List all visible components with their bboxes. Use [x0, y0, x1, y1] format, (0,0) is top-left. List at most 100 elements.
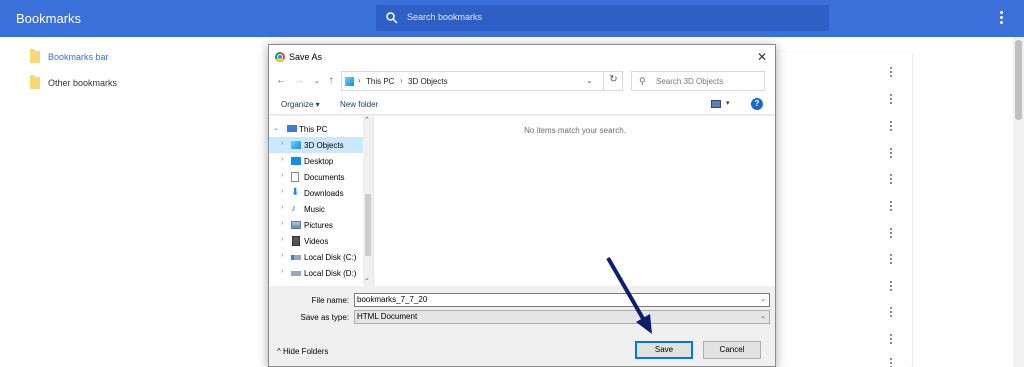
- refresh-icon[interactable]: ↻: [603, 71, 623, 91]
- row-more-icon[interactable]: [889, 254, 893, 264]
- chevron-right-icon[interactable]: ›: [281, 188, 283, 195]
- chevron-down-icon[interactable]: ⌄: [586, 76, 593, 85]
- folder-tree: ⌄ This PC › 3D Objects › Desktop › Docum…: [269, 116, 373, 286]
- tree-item-label: Desktop: [304, 157, 334, 166]
- chevron-down-icon[interactable]: ⌄: [273, 124, 279, 132]
- forward-arrow-icon[interactable]: →: [293, 75, 305, 86]
- chevron-right-icon[interactable]: ›: [281, 140, 283, 147]
- tree-item-label: Music: [304, 205, 325, 214]
- hide-folders-toggle[interactable]: ^ Hide Folders: [277, 347, 328, 356]
- address-bar[interactable]: › This PC › 3D Objects ⌄: [341, 71, 623, 91]
- tree-item-documents[interactable]: › Documents: [269, 169, 363, 185]
- back-arrow-icon[interactable]: ←: [275, 75, 287, 86]
- dialog-titlebar[interactable]: Save As ✕: [269, 45, 775, 69]
- tree-item-label: This PC: [299, 125, 328, 134]
- breadcrumb-3d-objects[interactable]: 3D Objects: [408, 77, 448, 86]
- file-name-value: bookmarks_7_7_20: [357, 295, 428, 304]
- tree-item-label: 3D Objects: [304, 141, 344, 150]
- chevron-right-icon[interactable]: ›: [281, 268, 283, 275]
- pc-icon: [287, 125, 297, 132]
- row-more-icon[interactable]: [889, 121, 893, 131]
- more-menu-icon[interactable]: [996, 11, 1006, 27]
- bookmarks-header: Bookmarks Search bookmarks: [0, 0, 1024, 37]
- new-folder-button[interactable]: New folder: [340, 100, 378, 109]
- tree-item-music[interactable]: › ♪ Music: [269, 201, 363, 217]
- chevron-right-icon[interactable]: ›: [281, 252, 283, 259]
- download-icon: ⬇: [291, 187, 300, 198]
- dialog-title: Save As: [289, 52, 323, 62]
- row-more-icon[interactable]: [889, 334, 893, 344]
- tree-item-label: Videos: [304, 237, 329, 246]
- sidebar-item-bookmarks-bar[interactable]: Bookmarks bar: [30, 49, 109, 65]
- tree-item-3d-objects[interactable]: › 3D Objects: [269, 137, 363, 153]
- view-options-icon[interactable]: [711, 100, 721, 108]
- disk-icon: [291, 255, 301, 260]
- search-icon: [386, 12, 398, 24]
- chevron-right-icon[interactable]: ›: [281, 236, 283, 243]
- tree-item-this-pc[interactable]: ⌄ This PC: [269, 121, 363, 137]
- navigation-bar: ← → ⌄ ↑ › This PC › 3D Objects ⌄ ↻ ⚲ Sea…: [269, 69, 775, 95]
- page-scrollbar-thumb[interactable]: [1015, 40, 1022, 120]
- file-list-pane[interactable]: No items match your search.: [373, 116, 775, 286]
- chevron-down-icon[interactable]: ⌄: [760, 294, 766, 306]
- command-bar: Organize ▾ New folder ▾ ?: [269, 95, 775, 115]
- chevron-down-icon[interactable]: ⌄: [760, 311, 766, 323]
- sidebar-item-other-bookmarks[interactable]: Other bookmarks: [30, 75, 117, 91]
- tree-item-videos[interactable]: › Videos: [269, 233, 363, 249]
- tree-scrollbar-thumb[interactable]: [365, 194, 371, 256]
- row-more-icon[interactable]: [889, 358, 893, 367]
- empty-message: No items match your search.: [524, 126, 626, 135]
- chevron-up-icon: ^: [277, 347, 281, 356]
- chevron-right-icon[interactable]: ›: [281, 204, 283, 211]
- chrome-icon: [275, 52, 285, 62]
- close-icon[interactable]: ✕: [753, 48, 771, 66]
- dialog-search-placeholder: Search 3D Objects: [656, 77, 724, 86]
- up-arrow-icon[interactable]: ↑: [325, 75, 337, 86]
- save-type-select[interactable]: HTML Document ⌄: [354, 310, 770, 324]
- save-as-dialog: Save As ✕ ← → ⌄ ↑ › This PC › 3D Objects…: [268, 44, 776, 367]
- dialog-search-input[interactable]: ⚲ Search 3D Objects: [631, 71, 765, 91]
- file-name-label: File name:: [311, 296, 349, 305]
- chevron-right-icon[interactable]: ›: [281, 220, 283, 227]
- recent-locations-icon[interactable]: ⌄: [311, 77, 323, 85]
- chevron-down-icon[interactable]: ▾: [726, 99, 730, 107]
- row-more-icon[interactable]: [889, 94, 893, 104]
- breadcrumb-this-pc[interactable]: This PC: [366, 77, 394, 86]
- tree-item-desktop[interactable]: › Desktop: [269, 153, 363, 169]
- row-more-icon[interactable]: [889, 307, 893, 317]
- pictures-icon: [291, 221, 301, 229]
- tree-item-label: Local Disk (D:): [304, 269, 357, 278]
- help-icon[interactable]: ?: [751, 98, 763, 110]
- row-more-icon[interactable]: [889, 148, 893, 158]
- desktop-icon: [291, 157, 301, 165]
- tree-item-downloads[interactable]: › ⬇ Downloads: [269, 185, 363, 201]
- sidebar-item-label: Bookmarks bar: [48, 52, 109, 62]
- organize-button[interactable]: Organize ▾: [281, 100, 320, 109]
- videos-icon: [292, 236, 300, 246]
- disk-icon: [291, 271, 301, 276]
- scroll-up-icon[interactable]: ⌃: [364, 116, 370, 124]
- scroll-down-icon[interactable]: ⌄: [364, 274, 370, 282]
- row-more-icon[interactable]: [889, 67, 893, 77]
- file-name-input[interactable]: bookmarks_7_7_20 ⌄: [354, 293, 770, 307]
- tree-item-local-disk-d[interactable]: › Local Disk (D:): [269, 265, 363, 281]
- row-more-icon[interactable]: [889, 228, 893, 238]
- cube-icon: [291, 141, 301, 149]
- save-button[interactable]: Save: [635, 341, 693, 359]
- save-type-value: HTML Document: [357, 312, 418, 321]
- tree-item-local-disk-c[interactable]: › Local Disk (C:): [269, 249, 363, 265]
- page-title: Bookmarks: [16, 11, 82, 26]
- chevron-right-icon[interactable]: ›: [281, 172, 283, 179]
- folder-icon: [30, 49, 40, 63]
- tree-item-label: Downloads: [304, 189, 344, 198]
- bookmarks-search[interactable]: Search bookmarks: [376, 5, 829, 31]
- tree-item-pictures[interactable]: › Pictures: [269, 217, 363, 233]
- row-more-icon[interactable]: [889, 201, 893, 211]
- tree-scrollbar[interactable]: ⌃ ⌄: [363, 116, 373, 286]
- chevron-right-icon[interactable]: ›: [281, 156, 283, 163]
- row-more-icon[interactable]: [889, 174, 893, 184]
- tree-item-label: Documents: [304, 173, 345, 182]
- cancel-button[interactable]: Cancel: [703, 341, 761, 359]
- row-more-icon[interactable]: [889, 281, 893, 291]
- folder-icon: [30, 75, 40, 89]
